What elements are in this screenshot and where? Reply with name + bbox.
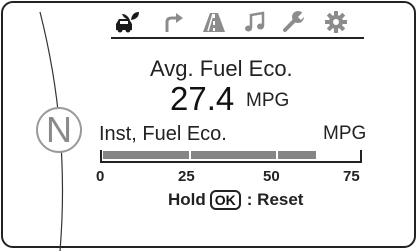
instrument-cluster-display: N Avg. Fuel Eco. 27.4 MPG Inst, Fuel Eco… [0,0,419,251]
hold-label: Hold [168,190,206,209]
inst-fuel-eco-title: Inst, Fuel Eco. [99,123,227,145]
bar-tick-start [100,150,102,163]
inst-fuel-eco-unit: MPG [323,123,367,144]
menu-icon-bar [0,0,419,44]
reset-hint: Hold OK : Reset [168,188,303,212]
bar-divider [276,150,278,161]
avg-fuel-eco-value: 27.4 [170,80,235,117]
avg-fuel-eco-title: Avg. Fuel Eco. [150,56,293,81]
scale-label-75: 75 [343,168,360,185]
ok-button[interactable]: OK [209,190,241,210]
scale-label-25: 25 [178,168,195,185]
bar-axis [100,161,362,163]
reset-label: : Reset [246,190,304,209]
music-note-icon[interactable] [242,10,268,34]
gear-position-indicator: N [36,107,82,153]
bar-divider [189,150,191,161]
inst-fuel-eco-bar-fill [103,151,316,159]
icon-bar-divider [111,37,364,39]
inst-fuel-eco-bar [90,147,370,169]
eco-car-icon[interactable] [114,10,140,34]
gear-icon[interactable] [323,10,349,34]
bar-tick-end [360,150,362,163]
avg-fuel-eco-unit: MPG [246,90,290,111]
scale-label-0: 0 [96,168,105,185]
scale-label-50: 50 [263,168,280,185]
turn-arrow-icon[interactable] [161,10,187,34]
road-icon[interactable] [201,10,227,34]
wrench-icon[interactable] [281,10,307,34]
